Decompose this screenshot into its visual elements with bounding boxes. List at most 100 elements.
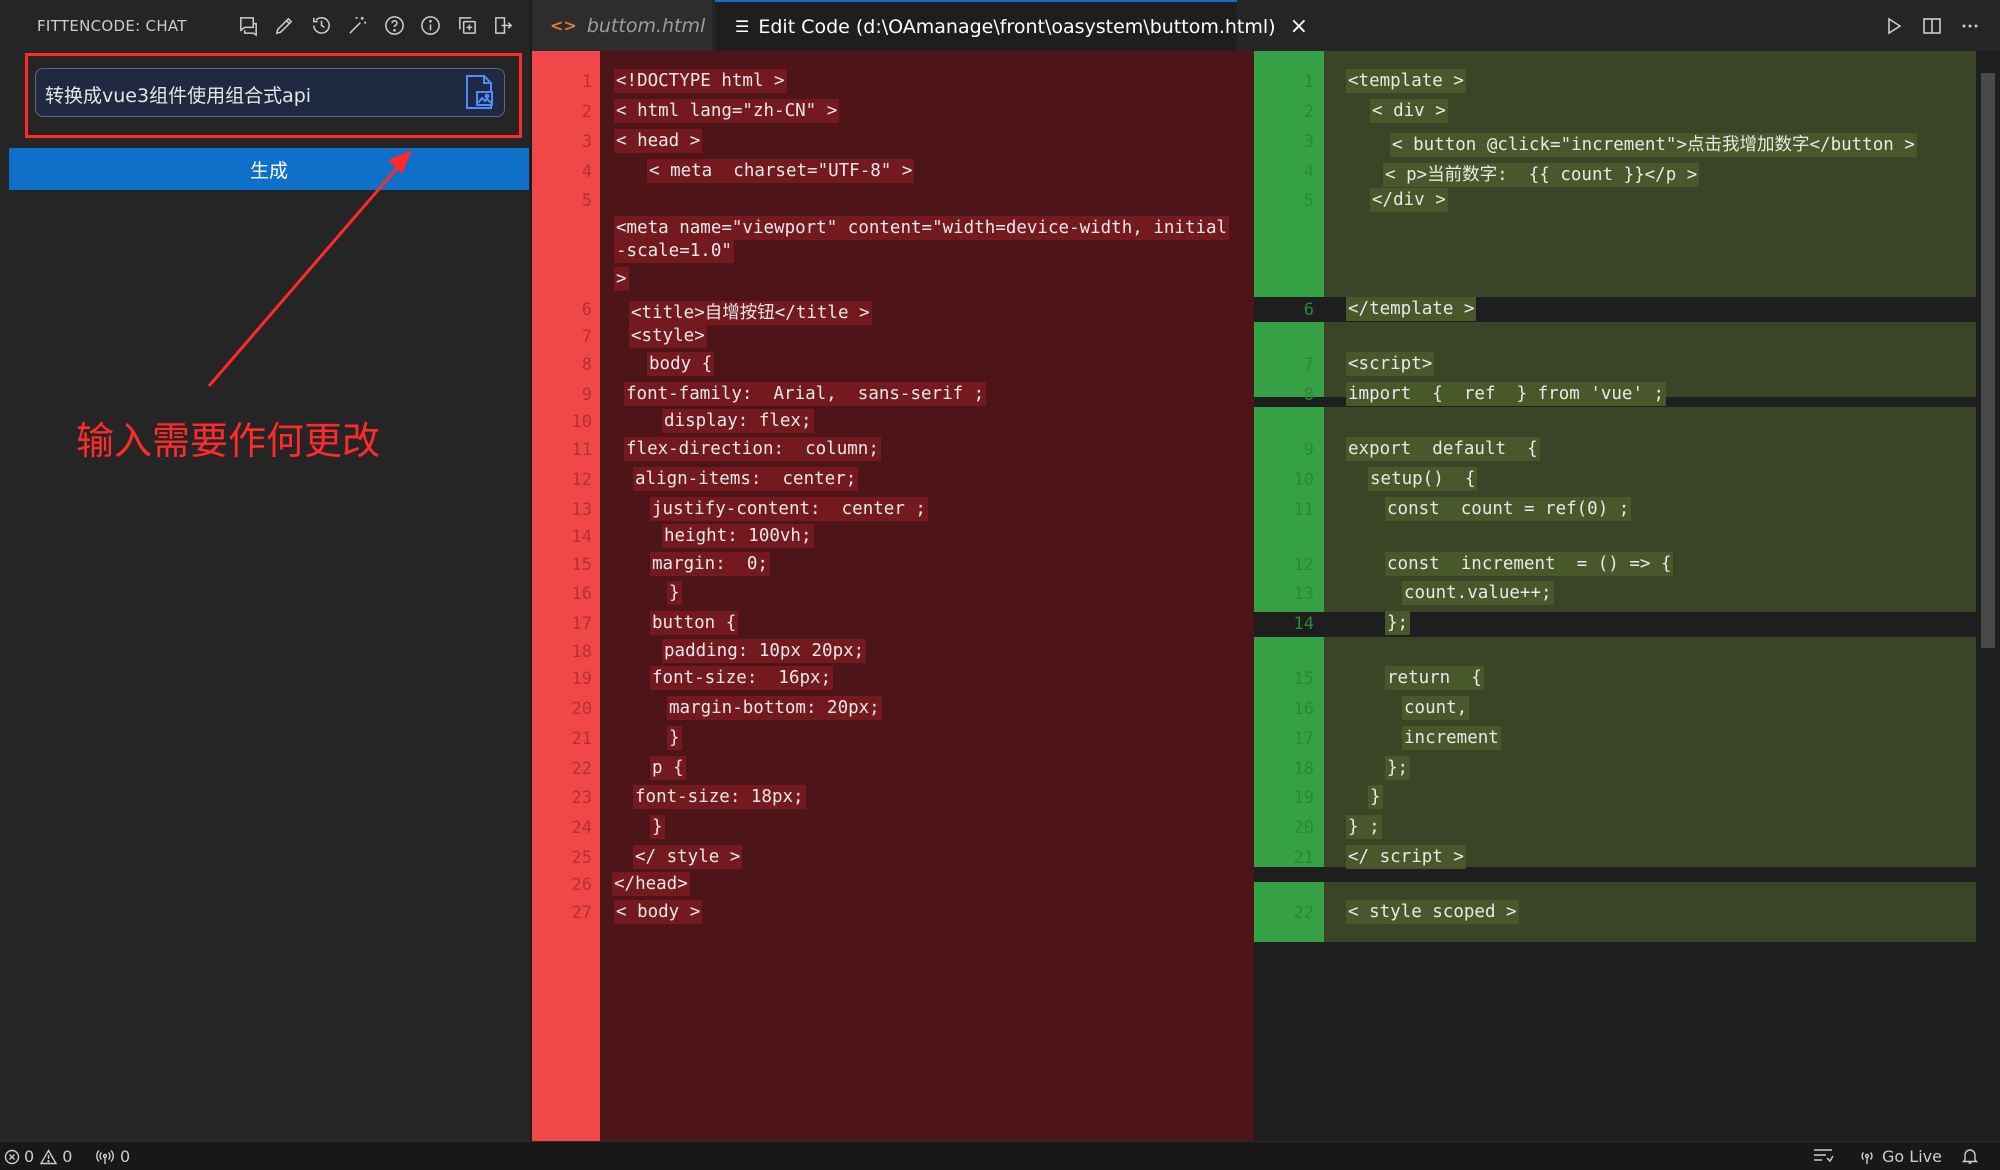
diff-modified-pane[interactable]: 1 <template > 2 < div > 3 < button @click="in… [1254,51,1976,1141]
prompt-input-value[interactable]: 转换成vue3组件使用组合式api [45,81,311,108]
line-number: 27 [571,903,592,923]
magic-wand-icon[interactable] [340,8,377,44]
ports-indicator[interactable]: 0 [96,1147,130,1166]
line-number: 14 [571,527,592,547]
code-line: 22 p { [532,756,1254,782]
close-icon[interactable]: × [1290,14,1308,39]
warning-icon [40,1148,58,1164]
tab-edit-code[interactable]: ☰ Edit Code (d:\OAmanage\front\oasystem\… [715,0,1308,51]
line-number: 11 [1293,500,1314,520]
prompt-input[interactable]: 转换成vue3组件使用组合式api [35,68,505,117]
line-number: 8 [1303,385,1314,405]
code-line: 3 < head > [532,129,1254,155]
code-text: justify-content: center ; [650,497,928,521]
code-text: < button @click="increment">点击我增加数字</but… [1390,133,1917,157]
line-number: 18 [1293,759,1314,779]
more-icon[interactable] [1956,12,1984,40]
tab-buttom-html[interactable]: <> buttom.html [532,0,712,51]
code-line: 21} [532,726,1254,752]
line-number: 24 [571,818,592,838]
code-text: < meta charset="UTF-8" > [647,159,915,183]
layout-icon[interactable] [1812,1147,1834,1165]
code-line: 9 font-family: Arial, sans-serif ; [532,382,1254,408]
error-icon [4,1149,20,1164]
code-line: 13 count.value++; [1254,581,1976,607]
tab-label: buttom.html [586,14,706,37]
image-upload-icon[interactable] [460,73,498,111]
code-line: 22 < style scoped > [1254,900,1976,926]
scrollbar-thumb[interactable] [1981,73,1995,648]
code-line: 1 <template > [1254,69,1976,95]
code-text: < head > [614,129,703,153]
code-line: 25 </ style > [532,845,1254,871]
code-line: 4 < meta charset="UTF-8" > [532,159,1254,185]
bell-icon[interactable] [1961,1147,1979,1165]
chat-panel-title: FITTENCODE: CHAT [37,16,187,35]
code-text: flex-direction: column; [624,437,881,461]
code-text: const increment = () => { [1385,552,1674,576]
line-number: 10 [571,412,592,432]
code-text: </div > [1370,188,1448,212]
code-line: 12 align-items: center; [532,467,1254,493]
code-line: 15 margin: 0; [532,552,1254,578]
run-icon[interactable] [1880,12,1908,40]
code-line: 15 return { [1254,666,1976,692]
line-number: 25 [571,848,592,868]
code-text: } [650,815,665,839]
code-text: } [667,726,682,750]
info-icon[interactable] [413,8,450,44]
line-number: 21 [571,729,592,749]
editor-scrollbar[interactable] [1976,51,2000,1141]
code-line: 26 </head> [532,872,1254,898]
code-line: 21 </ script > [1254,845,1976,871]
code-line: 18}; [1254,756,1976,782]
new-chat-icon[interactable] [230,8,267,44]
copy-icon[interactable] [449,8,486,44]
code-line: 18 padding: 10px 20px; [532,639,1254,665]
line-number: 12 [571,470,592,490]
line-number: 20 [571,699,592,719]
code-line: -scale=1.0" [532,239,1254,265]
line-number: 21 [1293,848,1314,868]
go-live-button[interactable]: Go Live [1858,1147,1942,1166]
code-line: 17 increment [1254,726,1976,752]
diff-original-pane[interactable]: 1 <!DOCTYPE html > 2 < html lang="zh-CN" > 3… [532,51,1254,1141]
code-text: button { [650,611,739,635]
line-number: 13 [571,500,592,520]
help-icon[interactable] [376,8,413,44]
code-text: const count = ref(0) ; [1385,497,1632,521]
generate-button[interactable]: 生成 [9,148,529,190]
code-line: 20} ; [1254,815,1976,841]
code-text: display: flex; [662,409,814,433]
edit-icon[interactable] [267,8,304,44]
code-line: 6 <title>自增按钮</title > [532,297,1254,325]
line-number: 9 [1303,440,1314,460]
line-number: 3 [1303,132,1314,152]
line-number: 9 [581,385,592,405]
line-number: 4 [581,162,592,182]
code-line: 10 setup() { [1254,467,1976,493]
code-text: }; [1385,611,1411,635]
line-number: 13 [1293,584,1314,604]
code-line: 16 count, [1254,696,1976,722]
code-text: <!DOCTYPE html > [614,69,787,93]
code-text: < style scoped > [1346,900,1519,924]
code-line: 2 < html lang="zh-CN" > [532,99,1254,125]
line-number: 4 [1303,162,1314,182]
problems-indicator[interactable]: 0 0 [4,1147,72,1166]
code-line: 23 font-size: 18px; [532,785,1254,811]
history-icon[interactable] [303,8,340,44]
code-text: margin: 0; [650,552,770,576]
code-text: height: 100vh; [662,524,814,548]
code-text: <title>自增按钮</title > [629,301,872,325]
line-number: 22 [571,759,592,779]
export-icon[interactable] [486,8,523,44]
html-file-icon: <> [550,16,577,35]
code-text: } ; [1346,815,1382,839]
code-text: font-size: 16px; [650,666,834,690]
line-number: 14 [1293,614,1314,634]
code-text: import { ref } from 'vue' ; [1346,382,1667,406]
split-editor-icon[interactable] [1918,12,1946,40]
line-number: 17 [571,614,592,634]
code-text: font-family: Arial, sans-serif ; [624,382,987,406]
